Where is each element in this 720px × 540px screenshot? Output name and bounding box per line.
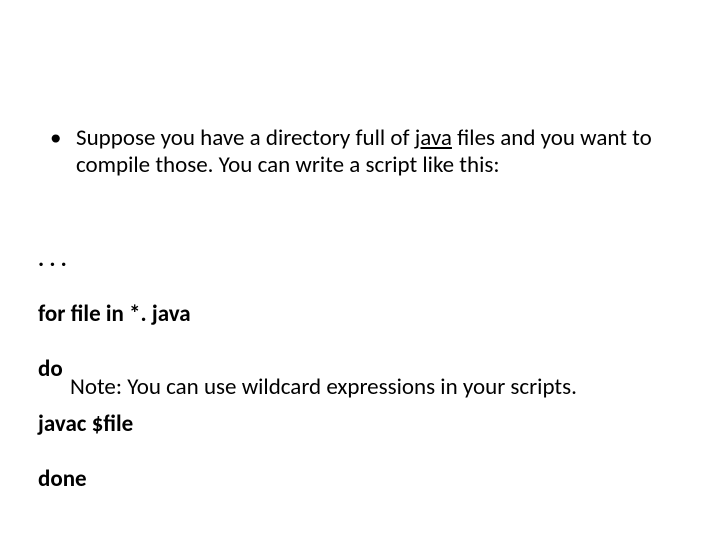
bullet-text-underlined: java [415, 124, 452, 152]
code-line-5: done [38, 466, 191, 494]
code-line-1: . . . [38, 246, 191, 274]
slide: Suppose you have a directory full of jav… [0, 0, 720, 540]
content-area: Suppose you have a directory full of jav… [38, 125, 680, 179]
bullet-item: Suppose you have a directory full of jav… [38, 125, 680, 179]
code-block: . . . for file in *. java do javac $file… [38, 218, 191, 522]
code-line-4: javac $file [38, 411, 191, 439]
bullet-list: Suppose you have a directory full of jav… [38, 125, 680, 179]
note-text: Note: You can use wildcard expressions i… [70, 374, 577, 402]
bullet-text-pre: Suppose you have a directory full of [76, 124, 415, 152]
code-line-2: for file in *. java [38, 301, 191, 329]
